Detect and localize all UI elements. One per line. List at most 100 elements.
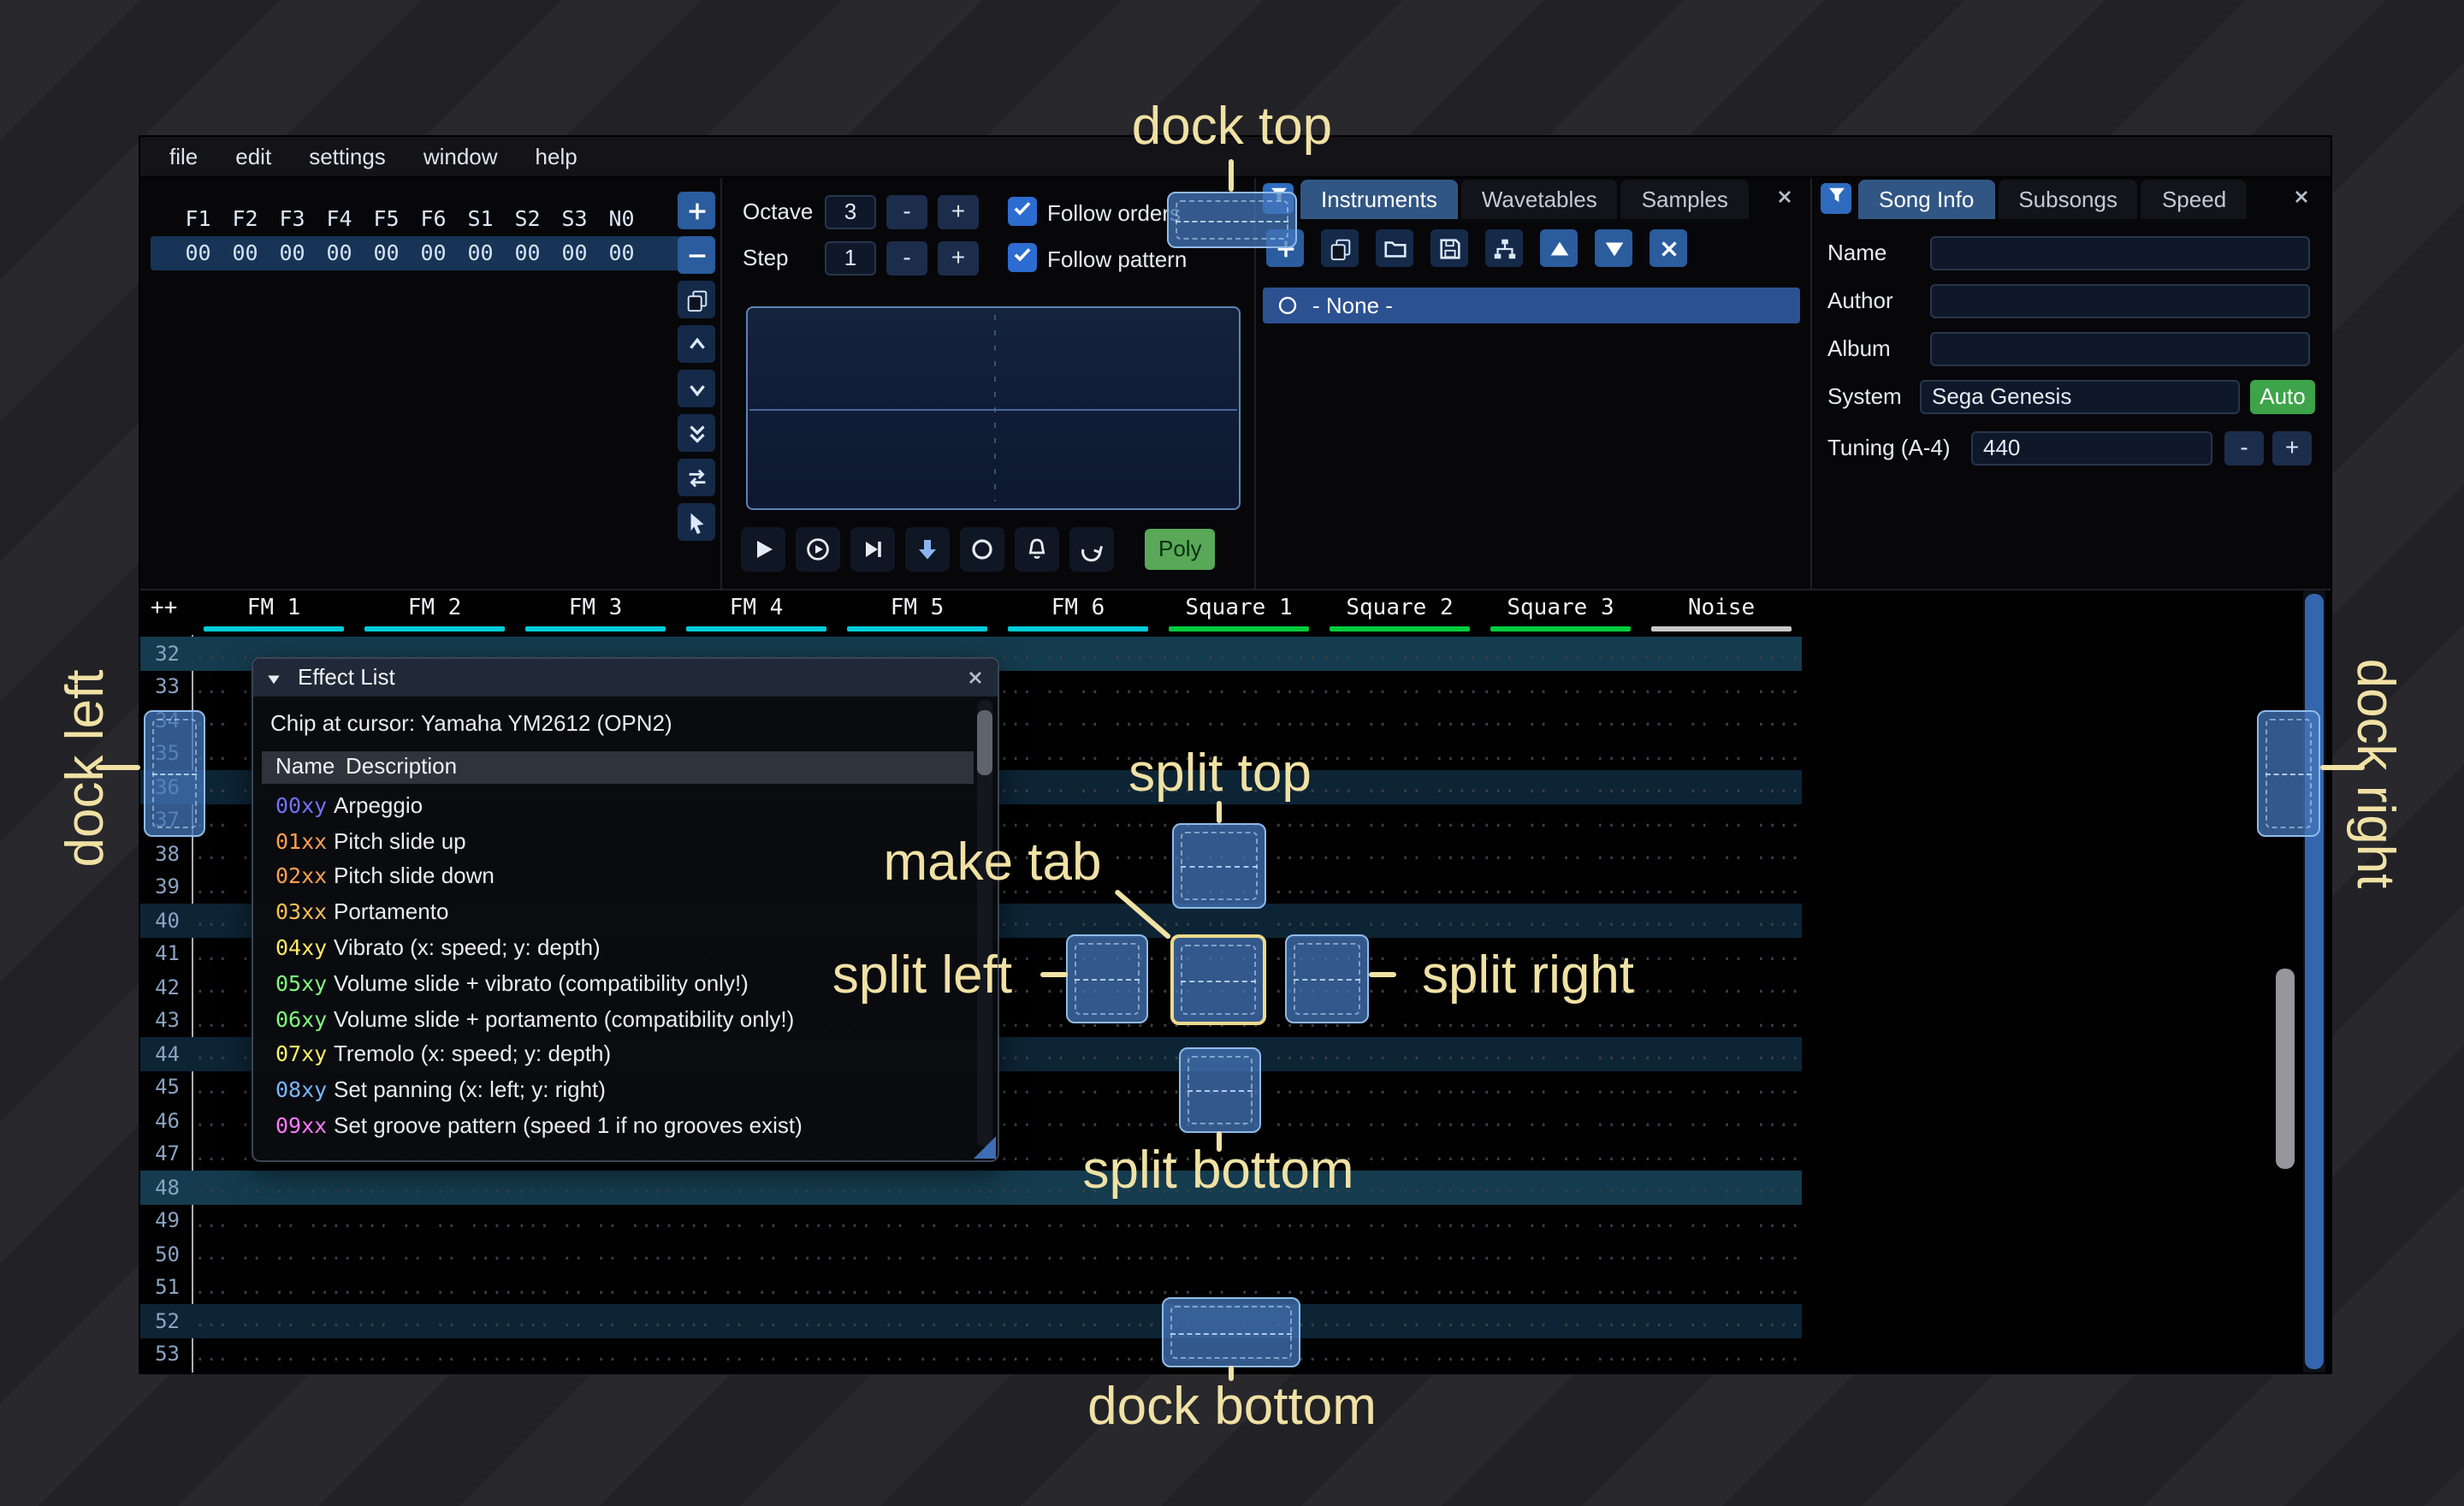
effect-list-title-bar[interactable]: Effect List — [253, 659, 998, 697]
dock-target-right[interactable] — [2257, 710, 2320, 837]
close-song-panel-button[interactable] — [2288, 187, 2313, 212]
pattern-cell[interactable]: ... .. .. .... — [1641, 709, 1802, 732]
orders-cell[interactable]: 00 — [175, 240, 222, 265]
move-instrument-down-button[interactable] — [1595, 229, 1632, 267]
pattern-cell[interactable]: ... .. .. .... — [1641, 876, 1802, 898]
pattern-cell[interactable]: ... .. .. .... — [1480, 743, 1641, 765]
pattern-cell[interactable]: ... .. .. .... — [1319, 1277, 1480, 1299]
follow-pattern-checkbox[interactable] — [1008, 243, 1037, 272]
step-decrease-button[interactable]: - — [886, 241, 927, 276]
resize-grip[interactable] — [974, 1136, 996, 1159]
pattern-cell[interactable]: ... .. .. .... — [1641, 1243, 1802, 1266]
effect-row[interactable]: 08xySet panning (x: left; y: right) — [262, 1072, 974, 1108]
save-instrument-button[interactable] — [1430, 229, 1468, 267]
pattern-cell[interactable]: ... .. .. .... — [1641, 776, 1802, 798]
orders-cell[interactable]: 00 — [222, 240, 269, 265]
system-select[interactable]: Sega Genesis — [1920, 380, 2240, 414]
pattern-cell[interactable]: ... .. .. .... — [1319, 809, 1480, 832]
effect-row[interactable]: 00xyArpeggio — [262, 787, 974, 823]
pattern-cell[interactable]: ... .. .. .... — [837, 1177, 998, 1199]
orders-cell[interactable]: 00 — [316, 240, 363, 265]
pattern-cell[interactable]: ... .. .. .... — [193, 1210, 354, 1232]
duplicate-order-end-button[interactable] — [678, 414, 715, 452]
channel-header-noise[interactable]: Noise — [1641, 590, 1802, 635]
pattern-cell[interactable]: ... .. .. .... — [1480, 643, 1641, 665]
channel-header-fm-3[interactable]: FM 3 — [515, 590, 676, 635]
orders-cell[interactable]: 00 — [504, 240, 551, 265]
poly-mono-toggle-button[interactable]: Poly — [1145, 529, 1216, 570]
pattern-cell[interactable]: ... .. .. .... — [515, 1277, 676, 1299]
pattern-cell[interactable]: ... .. .. .... — [837, 1310, 998, 1332]
pattern-cell[interactable]: ... .. .. .... — [354, 1177, 515, 1199]
tab-song-info[interactable]: Song Info — [1858, 180, 1994, 219]
pattern-cell[interactable]: ... .. .. .... — [676, 1310, 837, 1332]
channel-header-square-1[interactable]: Square 1 — [1158, 590, 1319, 635]
pattern-scrollbar-track[interactable] — [2303, 590, 2325, 1373]
tuning-decrease-button[interactable]: - — [2224, 431, 2264, 465]
instrument-list-item[interactable]: - None - — [1263, 288, 1800, 323]
pattern-cell[interactable]: ... .. .. .... — [515, 1177, 676, 1199]
channel-header-fm-4[interactable]: FM 4 — [676, 590, 837, 635]
delete-instrument-button[interactable] — [1650, 229, 1687, 267]
pattern-cell[interactable]: ... .. .. .... — [1480, 1043, 1641, 1065]
step-one-row-button[interactable] — [850, 527, 895, 572]
pattern-cell[interactable]: ... .. .. .... — [998, 1277, 1158, 1299]
effect-row[interactable]: 09xxSet groove pattern (speed 1 if no gr… — [262, 1107, 974, 1143]
octave-increase-button[interactable]: + — [938, 195, 979, 229]
pattern-cell[interactable]: ... .. .. .... — [1480, 843, 1641, 865]
pattern-cell[interactable]: ... .. .. .... — [1641, 1177, 1802, 1199]
tab-subsongs[interactable]: Subsongs — [1998, 180, 2138, 219]
pattern-cell[interactable]: ... .. .. .... — [1480, 676, 1641, 698]
pattern-cell[interactable]: ... .. .. .... — [998, 910, 1158, 932]
pattern-cell[interactable]: ... .. .. .... — [1319, 1076, 1480, 1099]
pattern-cell[interactable]: ... .. .. .... — [1480, 1210, 1641, 1232]
pattern-cell[interactable]: ... .. .. .... — [515, 1243, 676, 1266]
pattern-cell[interactable]: ... .. .. .... — [193, 1277, 354, 1299]
pattern-cell[interactable]: ... .. .. .... — [1480, 1177, 1641, 1199]
pattern-cell[interactable]: ... .. .. .... — [837, 1210, 998, 1232]
pattern-cell[interactable]: ... .. .. .... — [1480, 1110, 1641, 1132]
channel-header-fm-6[interactable]: FM 6 — [998, 590, 1158, 635]
album-input[interactable] — [1930, 332, 2310, 366]
tab-list-button[interactable] — [1821, 183, 1851, 214]
channel-header-fm-5[interactable]: FM 5 — [837, 590, 998, 635]
move-cursor-down-button[interactable] — [905, 527, 950, 572]
pattern-cell[interactable]: ... .. .. .... — [1480, 1010, 1641, 1032]
pattern-cell[interactable]: ... .. .. .... — [354, 1310, 515, 1332]
pattern-cell[interactable]: ... .. .. .... — [515, 1310, 676, 1332]
pattern-cell[interactable]: ... .. .. .... — [676, 1243, 837, 1266]
close-instruments-panel-button[interactable] — [1771, 187, 1797, 212]
channel-header-square-3[interactable]: Square 3 — [1480, 590, 1641, 635]
pattern-cell[interactable]: ... .. .. .... — [1480, 1277, 1641, 1299]
make-tab-target[interactable] — [1170, 934, 1266, 1025]
pattern-cell[interactable]: ... .. .. .... — [837, 1277, 998, 1299]
move-order-down-button[interactable] — [678, 370, 715, 407]
tab-samples[interactable]: Samples — [1621, 180, 1749, 219]
pattern-cell[interactable]: ... .. .. .... — [1480, 776, 1641, 798]
pattern-cell[interactable]: ... .. .. .... — [998, 809, 1158, 832]
pattern-cell[interactable]: ... .. .. .... — [998, 1210, 1158, 1232]
pattern-cell[interactable]: ... .. .. .... — [1641, 843, 1802, 865]
pattern-cell[interactable]: ... .. .. .... — [1319, 709, 1480, 732]
step-input[interactable]: 1 — [825, 241, 876, 276]
system-auto-button[interactable]: Auto — [2250, 380, 2315, 414]
pattern-cell[interactable]: ... .. .. .... — [1319, 1043, 1480, 1065]
order-edit-mode-button[interactable] — [678, 503, 715, 541]
pattern-cell[interactable]: ... .. .. .... — [1158, 643, 1319, 665]
pattern-cell[interactable]: ... .. .. .... — [354, 1243, 515, 1266]
octave-decrease-button[interactable]: - — [886, 195, 927, 229]
pattern-cell[interactable]: ... .. .. .... — [676, 1177, 837, 1199]
pattern-cell[interactable]: ... .. .. .... — [1319, 843, 1480, 865]
tab-instruments[interactable]: Instruments — [1300, 180, 1458, 219]
pattern-cell[interactable]: ... .. .. .... — [1641, 910, 1802, 932]
octave-input[interactable]: 3 — [825, 195, 876, 229]
pattern-cell[interactable]: ... .. .. .... — [998, 1343, 1158, 1366]
pattern-cell[interactable]: ... .. .. .... — [354, 1277, 515, 1299]
pattern-cell[interactable]: ... .. .. .... — [676, 1277, 837, 1299]
pattern-cell[interactable]: ... .. .. .... — [354, 1210, 515, 1232]
pattern-cell[interactable]: ... .. .. .... — [1319, 1210, 1480, 1232]
menu-window[interactable]: window — [405, 144, 517, 169]
pattern-cell[interactable]: ... .. .. .... — [998, 676, 1158, 698]
stop-button[interactable] — [960, 527, 1004, 572]
change-all-orders-button[interactable] — [678, 459, 715, 496]
